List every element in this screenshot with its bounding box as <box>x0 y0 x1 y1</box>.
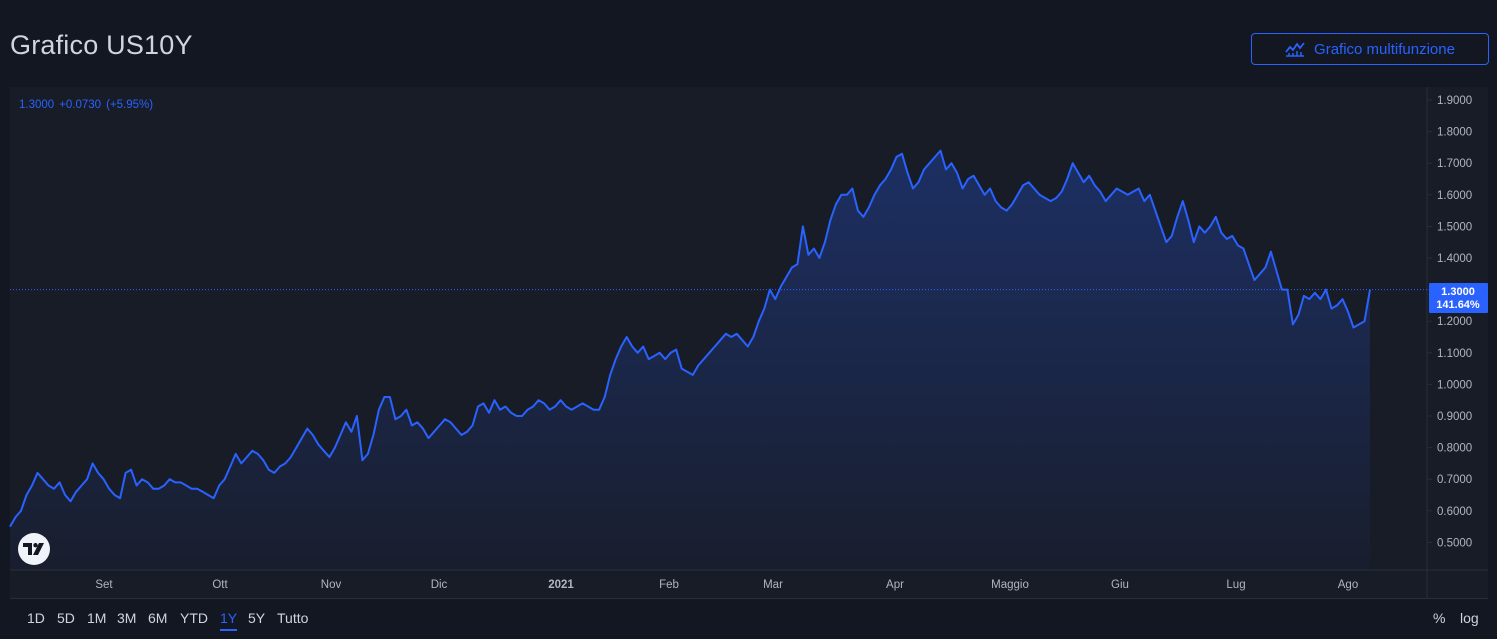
percent-scale-toggle[interactable]: % <box>1433 610 1445 629</box>
bottom-toolbar: 1D 5D 1M 3M 6M YTD 1Y 5Y Tutto % log <box>10 598 1488 639</box>
y-tick-label: 1.2000 <box>1437 316 1472 328</box>
x-tick-label: Feb <box>659 579 679 591</box>
y-tick-label: 1.5000 <box>1437 221 1472 233</box>
range-button-1m[interactable]: 1M <box>87 610 106 629</box>
y-tick-label: 1.1000 <box>1437 348 1472 360</box>
x-tick-label: Lug <box>1226 579 1245 591</box>
x-tick-label: Maggio <box>991 579 1029 591</box>
legend-change-percent: (+5.95%) <box>106 99 154 111</box>
price-axis[interactable]: 1.9000 1.8000 1.7000 1.6000 1.5000 1.4000 1.30… <box>1427 95 1472 549</box>
x-tick-label: Set <box>95 579 113 591</box>
x-tick-label: Dic <box>431 579 448 591</box>
range-button-3m[interactable]: 3M <box>117 610 136 629</box>
y-tick-label: 1.6000 <box>1437 190 1472 202</box>
x-tick-label: Apr <box>886 579 904 591</box>
y-tick-label: 0.5000 <box>1437 537 1472 549</box>
x-tick-label: 2021 <box>548 579 574 591</box>
range-button-6m[interactable]: 6M <box>148 610 167 629</box>
y-tick-label: 1.0000 <box>1437 379 1472 391</box>
x-tick-label: Mar <box>763 579 783 591</box>
y-tick-label: 1.7000 <box>1437 158 1472 170</box>
chart-legend: 1.3000 +0.0730 (+5.95%) <box>19 99 153 111</box>
tradingview-logo-icon[interactable] <box>18 533 50 565</box>
y-tick-label: 0.7000 <box>1437 474 1472 486</box>
last-price-label: 1.3000 141.64% <box>1429 283 1488 313</box>
log-scale-toggle[interactable]: log <box>1460 610 1479 629</box>
range-button-1y[interactable]: 1Y <box>220 610 238 631</box>
y-tick-label: 0.8000 <box>1437 443 1472 455</box>
y-tick-label: 0.6000 <box>1437 506 1472 518</box>
legend-last-value: 1.3000 <box>19 99 55 111</box>
range-button-all[interactable]: Tutto <box>277 610 308 629</box>
x-tick-label: Ott <box>212 579 228 591</box>
x-tick-label: Nov <box>321 579 342 591</box>
y-tick-label: 1.8000 <box>1437 127 1472 139</box>
legend-change: +0.0730 <box>59 99 102 111</box>
y-tick-label: 1.9000 <box>1437 95 1472 107</box>
time-axis[interactable]: Set Ott Nov Dic 2021 Feb Mar Apr Maggio Giu Lug Ago <box>95 579 1358 591</box>
x-tick-label: Ago <box>1338 579 1358 591</box>
range-button-5y[interactable]: 5Y <box>248 610 265 629</box>
y-tick-label: 0.9000 <box>1437 411 1472 423</box>
last-price-label-percent: 141.64% <box>1436 299 1480 311</box>
range-button-ytd[interactable]: YTD <box>180 610 208 629</box>
price-chart[interactable]: 1.9000 1.8000 1.7000 1.6000 1.5000 1.4000 1.30… <box>0 0 1497 598</box>
last-price-label-value: 1.3000 <box>1441 286 1475 298</box>
x-tick-label: Giu <box>1111 579 1129 591</box>
range-button-5d[interactable]: 5D <box>57 610 75 629</box>
series-area-fill <box>10 150 1370 570</box>
y-tick-label: 1.4000 <box>1437 253 1472 265</box>
range-button-1d[interactable]: 1D <box>27 610 45 629</box>
